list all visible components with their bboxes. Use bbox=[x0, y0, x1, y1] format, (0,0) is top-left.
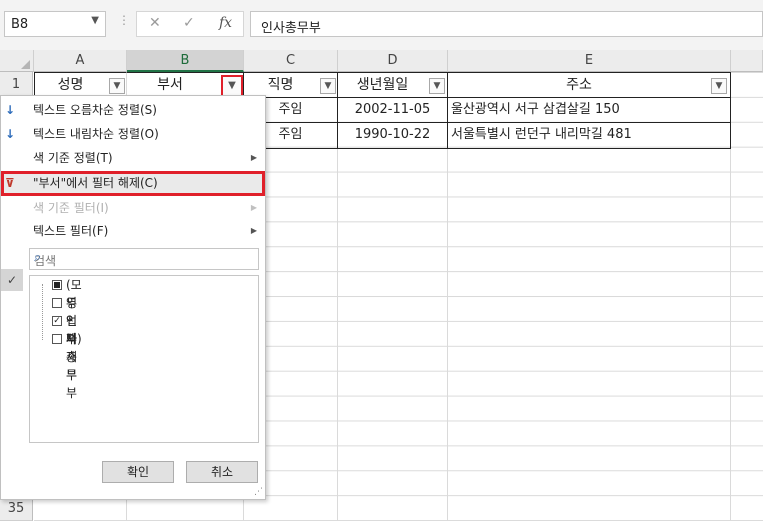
chevron-right-icon: ▶ bbox=[250, 203, 257, 212]
header-label: 부서 bbox=[157, 77, 183, 93]
chevron-right-icon: ▶ bbox=[250, 226, 257, 235]
checkbox[interactable] bbox=[52, 334, 62, 344]
filter-dropdown-button[interactable]: ▼ bbox=[429, 78, 445, 94]
name-box[interactable]: B8 ▼ bbox=[4, 11, 106, 37]
formula-content: 인사총무부 bbox=[261, 21, 321, 36]
clear-filter-icon: ⊽ bbox=[5, 176, 15, 190]
column-header-a[interactable]: A bbox=[34, 50, 127, 72]
table-cell[interactable]: 울산광역시 서구 삼겹살길 150 bbox=[448, 98, 731, 123]
menu-item-label: "부서"에서 필터 해제(C) bbox=[33, 176, 158, 190]
menu-item-label: 색 기준 필터(I) bbox=[33, 201, 109, 215]
checkmark-icon: ✓ bbox=[1, 269, 23, 291]
ok-button[interactable]: 확인 bbox=[102, 461, 174, 483]
menu-item-sort-by-color[interactable]: 색 기준 정렬(T) ▶ bbox=[1, 146, 265, 170]
chevron-down-icon[interactable]: ▼ bbox=[91, 15, 99, 26]
autofilter-menu: ↓ 텍스트 오름차순 정렬(S) ↓ 텍스트 내림차순 정렬(O) 색 기준 정… bbox=[0, 95, 266, 500]
checkbox-checked[interactable]: ✓ bbox=[52, 316, 62, 326]
header-cell-birthdate[interactable]: 생년월일 ▼ bbox=[338, 72, 448, 98]
name-box-value: B8 bbox=[11, 17, 29, 32]
menu-item-sort-ascending[interactable]: ↓ 텍스트 오름차순 정렬(S) bbox=[1, 98, 265, 122]
resize-grip-icon[interactable]: ⋰ bbox=[254, 487, 263, 497]
search-icon: ⌕ bbox=[34, 250, 42, 265]
column-header-d[interactable]: D bbox=[338, 50, 448, 72]
search-input[interactable]: 검색 ⌕ bbox=[29, 248, 259, 270]
tree-line bbox=[42, 284, 54, 340]
checkbox[interactable] bbox=[52, 298, 62, 308]
function-icon[interactable]: fx bbox=[219, 15, 232, 31]
column-header-b[interactable]: B bbox=[127, 50, 244, 72]
menu-item-filter-by-color: 색 기준 필터(I) ▶ bbox=[1, 196, 265, 220]
header-label: 직명 bbox=[267, 77, 294, 93]
sort-descending-icon: ↓ bbox=[5, 127, 16, 141]
column-header-c[interactable]: C bbox=[244, 50, 338, 72]
menu-item-label: 텍스트 내림차순 정렬(O) bbox=[33, 127, 159, 141]
menu-item-sort-descending[interactable]: ↓ 텍스트 내림차순 정렬(O) bbox=[1, 122, 265, 146]
menu-item-label: 텍스트 필터(F) bbox=[33, 224, 109, 238]
formula-bar: B8 ▼ ⋮ ✕ ✓ fx 인사총무부 bbox=[0, 0, 763, 50]
cancel-icon[interactable]: ✕ bbox=[149, 15, 161, 31]
menu-item-label: 텍스트 오름차순 정렬(S) bbox=[33, 103, 157, 117]
select-all-corner[interactable] bbox=[0, 50, 34, 72]
chevron-right-icon: ▶ bbox=[250, 153, 257, 162]
menu-item-text-filter[interactable]: 텍스트 필터(F) ▶ bbox=[1, 219, 265, 243]
cancel-button[interactable]: 취소 bbox=[186, 461, 258, 483]
table-cell[interactable]: 2002-11-05 bbox=[338, 98, 448, 123]
header-cell-address[interactable]: 주소 ▼ bbox=[448, 72, 731, 98]
header-label: 주소 bbox=[566, 77, 592, 93]
table-cell[interactable]: 1990-10-22 bbox=[338, 123, 448, 149]
column-header-next[interactable] bbox=[731, 50, 763, 72]
menu-item-clear-filter[interactable]: ⊽ "부서"에서 필터 해제(C) bbox=[1, 171, 265, 196]
formula-buttons: ✕ ✓ fx bbox=[136, 11, 244, 37]
header-label: 생년월일 bbox=[356, 77, 409, 93]
sort-ascending-icon: ↓ bbox=[5, 103, 16, 117]
row-header-35[interactable]: 35 bbox=[0, 497, 33, 521]
filter-dropdown-button[interactable]: ▼ bbox=[711, 78, 727, 94]
filter-dropdown-button[interactable]: ▼ bbox=[109, 78, 125, 94]
checkbox[interactable] bbox=[52, 280, 62, 290]
list-item-label: 자재부 bbox=[66, 332, 78, 382]
table-cell[interactable]: 서울특별시 런던구 내리막길 481 bbox=[448, 123, 731, 149]
menu-item-label: 색 기준 정렬(T) bbox=[33, 151, 113, 165]
header-label: 성명 bbox=[57, 77, 84, 93]
filter-dropdown-button[interactable]: ▼ bbox=[320, 78, 336, 94]
formula-input[interactable]: 인사총무부 bbox=[250, 11, 763, 37]
filter-active-icon[interactable]: ▼ bbox=[221, 75, 243, 97]
column-header-e[interactable]: E bbox=[448, 50, 731, 72]
grip-icon: ⋮ bbox=[118, 13, 130, 27]
filter-values-list: (모두 선택) 영업부 ✓ 인사총무부 자재부 bbox=[29, 275, 259, 443]
enter-icon[interactable]: ✓ bbox=[183, 15, 195, 31]
